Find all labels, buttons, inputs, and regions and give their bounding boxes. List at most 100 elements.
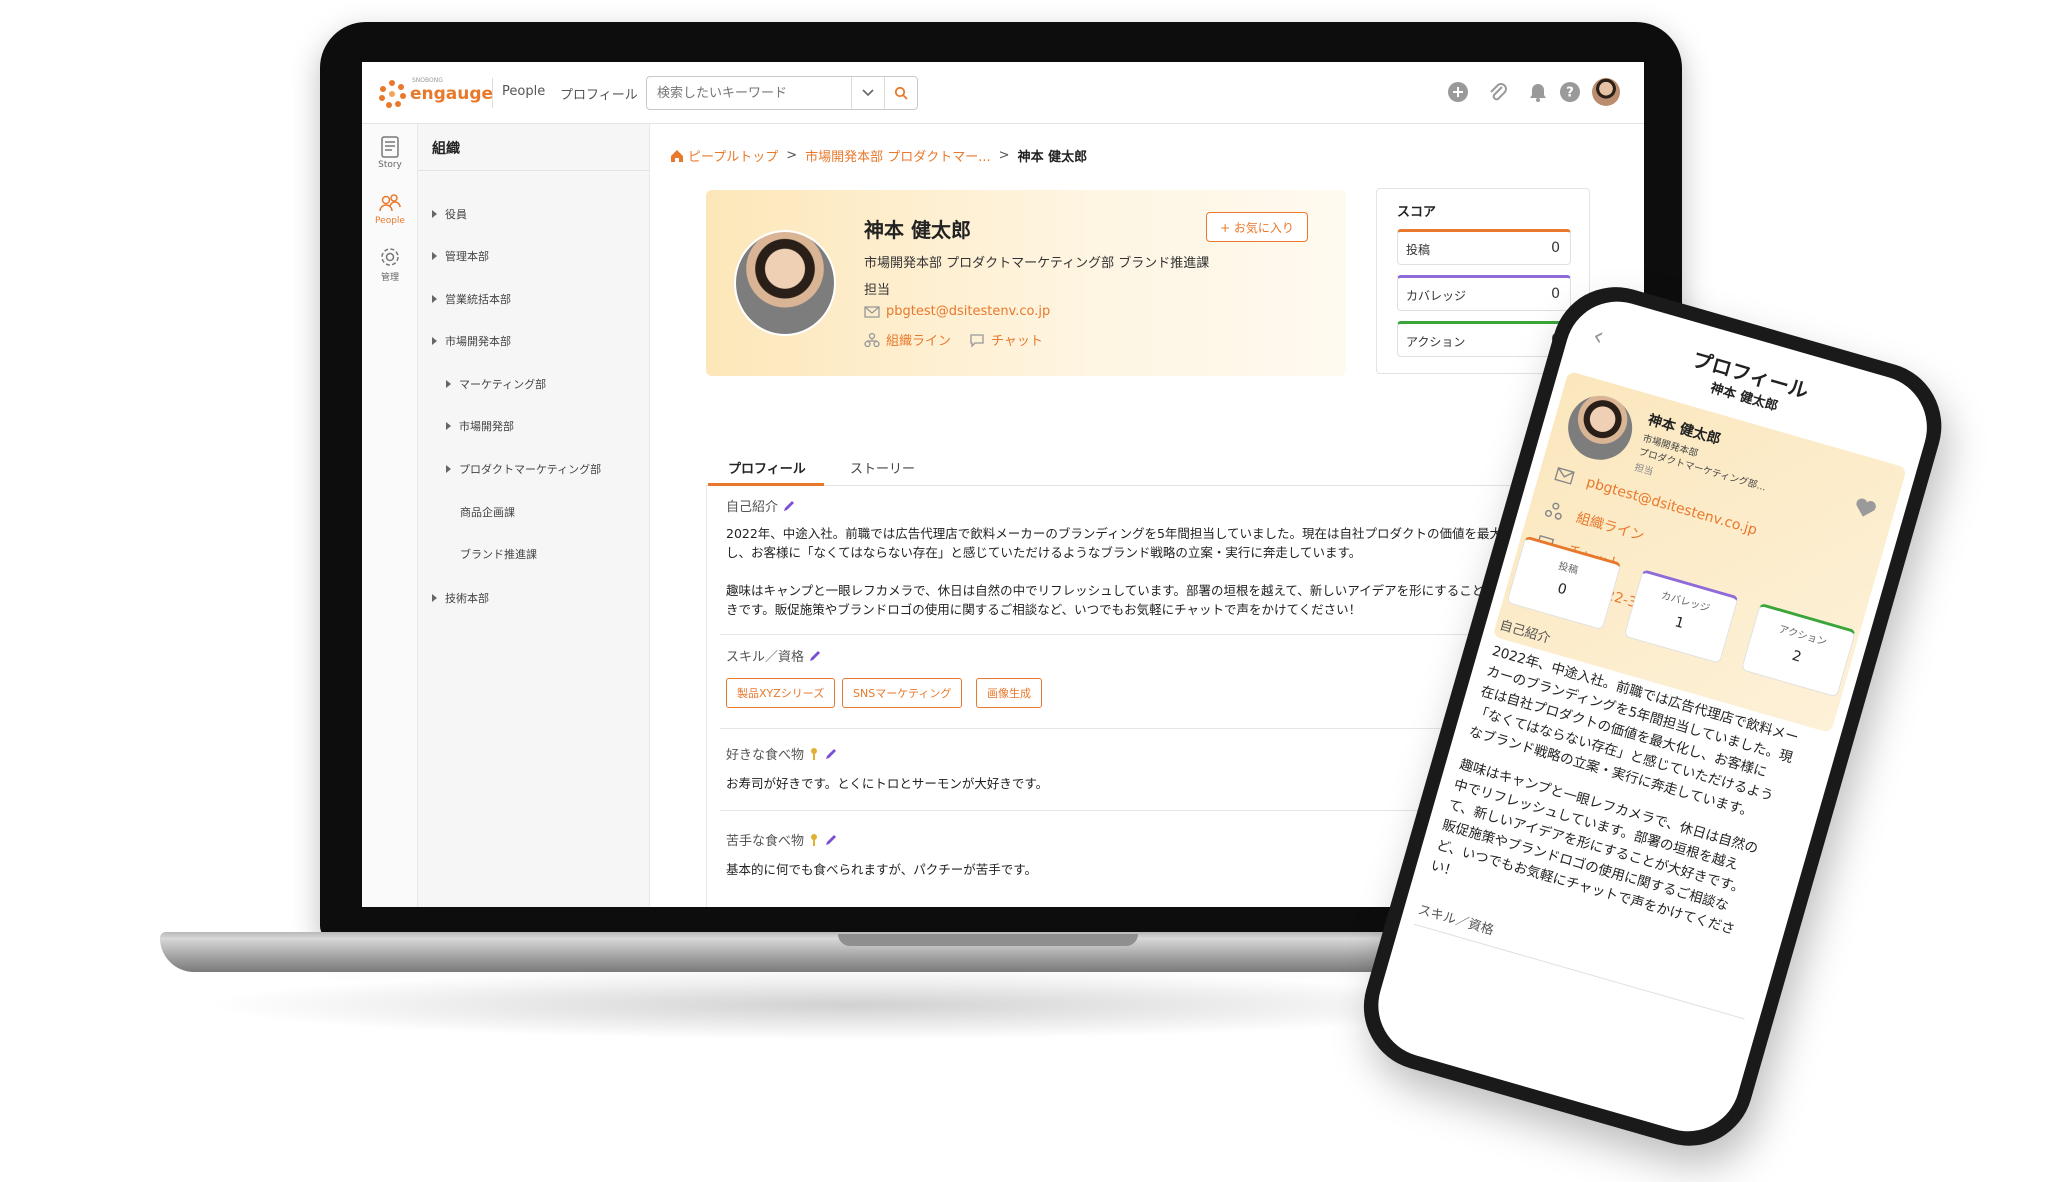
logo[interactable]: SNOBONG engauge (378, 76, 493, 112)
breadcrumb-parent[interactable]: 市場開発本部 プロダクトマー... (805, 146, 991, 165)
org-item-product-planning[interactable]: 商品企画課 (460, 504, 515, 520)
paperclip-icon (1490, 83, 1507, 101)
profile-card: 神本 健太郎 + お気に入り 市場開発本部 プロダクトマーケティング部 ブランド… (706, 190, 1346, 376)
caret-right-icon (446, 465, 451, 473)
edit-pencil-icon[interactable] (782, 499, 796, 513)
user-avatar[interactable] (1592, 78, 1620, 106)
score-title: スコア (1397, 205, 1437, 220)
org-item-product-marketing[interactable]: プロダクトマーケティング部 (446, 461, 601, 477)
org-item-market-dev[interactable]: 市場開発部 (446, 418, 514, 434)
edit-pencil-icon[interactable] (824, 747, 838, 761)
org-line-label: 組織ライン (886, 334, 952, 349)
laptop-notch (838, 934, 1138, 946)
app-header: SNOBONG engauge People プロフィール 検索したいキーワード… (362, 62, 1644, 124)
breadcrumb-separator: > (786, 148, 798, 163)
skill-chip[interactable]: SNSマーケティング (842, 678, 963, 708)
people-icon (379, 194, 401, 212)
chat-icon (970, 333, 984, 348)
header-divider (492, 78, 493, 108)
favorite-button[interactable]: + お気に入り (1206, 212, 1308, 242)
chevron-down-icon (861, 89, 874, 97)
org-item-admin-hq[interactable]: 管理本部 (432, 248, 489, 264)
org-line-link[interactable]: 組織ライン (864, 330, 951, 349)
org-item-label: プロダクトマーケティング部 (459, 463, 602, 476)
org-title: 組織 (432, 141, 460, 157)
svg-text:?: ? (1566, 86, 1574, 101)
org-item-label: 技術本部 (445, 592, 489, 605)
breadcrumb-home[interactable]: ピープルトップ (688, 146, 778, 165)
nav-people[interactable]: People (502, 84, 545, 99)
skills-title: スキル／資格 (726, 650, 805, 665)
logo-text: engauge (410, 84, 494, 104)
org-item-brand-promotion[interactable]: ブランド推進課 (460, 546, 537, 562)
profile-department: 市場開発本部 プロダクトマーケティング部 ブランド推進課 (864, 256, 1210, 271)
help-button[interactable]: ? (1558, 80, 1582, 104)
intro-line: 2022年、中途入社。前職では広告代理店で飲料メーカーのブランディングを5年間担… (726, 526, 1515, 541)
notification-button[interactable] (1526, 80, 1550, 104)
skill-chip[interactable]: 製品XYZシリーズ (726, 678, 836, 708)
heart-icon[interactable] (1852, 495, 1879, 520)
org-item-engineering-hq[interactable]: 技術本部 (432, 590, 489, 606)
phone-org-line: 組織ライン (1574, 510, 1646, 545)
fav-food-title: 好きな食べ物 (726, 748, 805, 763)
dislike-food-text: 基本的に何でも食べられますが、パクチーが苦手です。 (726, 862, 1038, 877)
tab-story[interactable]: ストーリー (850, 458, 915, 477)
gear-icon (381, 248, 399, 266)
org-item-market-dev-hq[interactable]: 市場開発本部 (432, 333, 511, 349)
org-item-sales-hq[interactable]: 営業統括本部 (432, 291, 511, 307)
org-item-label: 営業統括本部 (445, 293, 511, 306)
rail-label-people: People (375, 216, 405, 226)
search-input[interactable] (647, 77, 847, 109)
edit-pencil-icon[interactable] (808, 649, 822, 663)
skills-heading: スキル／資格 (726, 646, 822, 665)
nav-profile[interactable]: プロフィール (560, 84, 638, 103)
plus-circle-icon (1448, 82, 1468, 102)
add-button[interactable] (1446, 80, 1470, 104)
story-icon (381, 136, 399, 158)
left-rail: Story People 管理 (362, 124, 418, 907)
home-icon (671, 149, 683, 162)
score-actions: アクション0 (1397, 321, 1571, 357)
skill-chip[interactable]: 画像生成 (976, 678, 1042, 708)
breadcrumb-current: 神本 健太郎 (1017, 150, 1088, 165)
org-chart-icon (864, 332, 880, 347)
rail-item-admin[interactable]: 管理 (362, 246, 418, 283)
intro-line: し、お客様に「なくてはならない存在」と感じていただけるようなブランド戦略の立案・… (726, 545, 1362, 560)
rail-item-story[interactable]: Story (362, 136, 418, 170)
search-button[interactable] (884, 77, 917, 109)
profile-role: 担当 (864, 283, 891, 298)
search-icon (894, 86, 908, 100)
org-item-marketing[interactable]: マーケティング部 (446, 376, 546, 392)
search-dropdown-button[interactable] (851, 77, 883, 109)
logo-mark-icon (378, 80, 406, 108)
profile-links: 組織ライン チャット (864, 330, 1043, 349)
org-item-label: 市場開発部 (459, 420, 514, 433)
question-icon: ? (1560, 82, 1580, 102)
phone-dept: プロダクトマーケティング部... (1637, 446, 1768, 494)
caret-right-icon (446, 422, 451, 430)
org-tree-panel: 組織 役員 管理本部 営業統括本部 市場開発本部 マーケティング部 市場開発部 … (418, 124, 650, 907)
chat-link[interactable]: チャット (969, 330, 1043, 349)
profile-email: pbgtest@dsitestenv.co.jp (886, 304, 1051, 319)
org-item-label: マーケティング部 (459, 378, 547, 391)
profile-name: 神本 健太郎 (864, 218, 971, 242)
attachment-button[interactable] (1486, 80, 1510, 104)
breadcrumb: ピープルトップ > 市場開発本部 プロダクトマー... > 神本 健太郎 (670, 146, 1087, 165)
tab-profile[interactable]: プロフィール (728, 458, 806, 477)
tab-bar: プロフィール ストーリー (706, 448, 1644, 486)
profile-email-link[interactable]: pbgtest@dsitestenv.co.jp (864, 304, 1050, 319)
score-posts: 投稿 0 (1397, 229, 1571, 265)
edit-pencil-icon[interactable] (824, 833, 838, 847)
dislike-food-title: 苦手な食べ物 (726, 834, 805, 849)
search-box (646, 76, 918, 110)
caret-right-icon (446, 380, 451, 388)
org-item-label: 管理本部 (445, 250, 489, 263)
fav-food-text: お寿司が好きです。とくにトロとサーモンが大好きです。 (726, 776, 1049, 791)
rail-item-people[interactable]: People (362, 192, 418, 226)
key-icon (811, 747, 818, 760)
rail-label-story: Story (378, 160, 402, 170)
score-value: 0 (1551, 286, 1560, 302)
score-label: 投稿 (1406, 243, 1431, 257)
phone-profile-photo (1560, 388, 1640, 468)
org-item-executives[interactable]: 役員 (432, 206, 467, 222)
